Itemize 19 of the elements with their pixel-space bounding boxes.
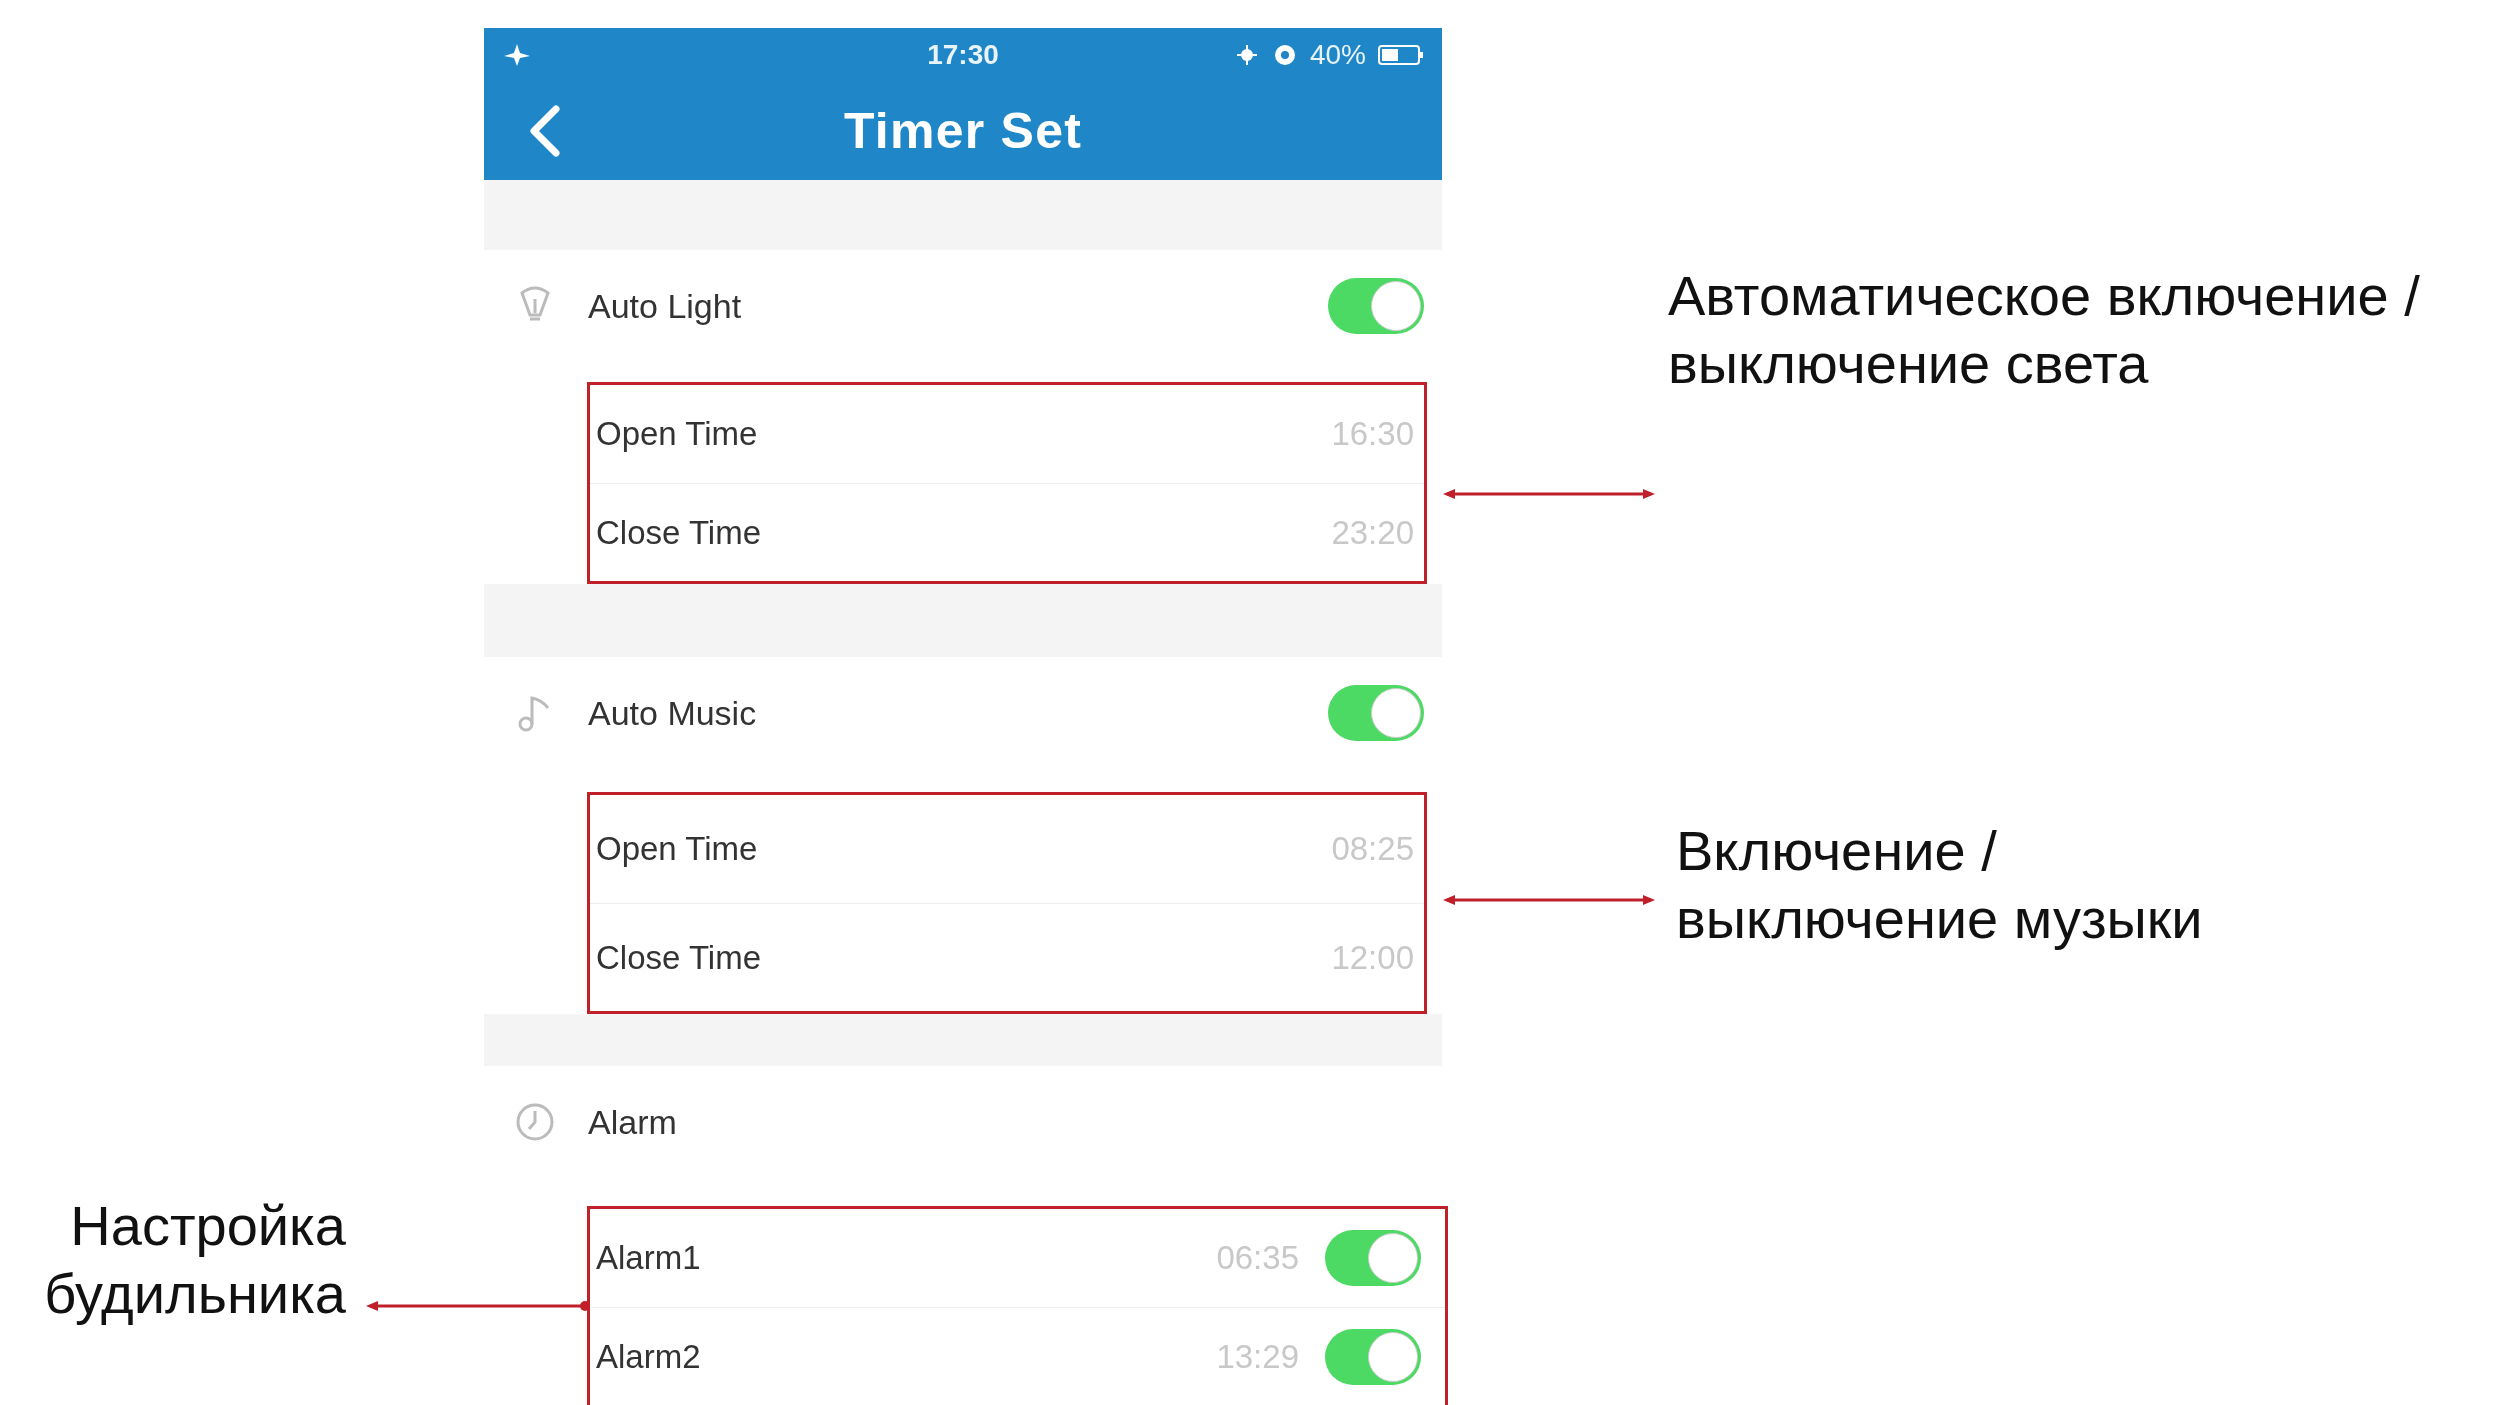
annotation-text: Включение / выключение музыки: [1676, 818, 2204, 953]
row-label: Open Time: [596, 829, 758, 870]
annotation-text: Автоматическое включение / выключение света: [1668, 263, 2421, 398]
battery-icon: [1378, 43, 1424, 67]
section-title: Auto Light: [588, 285, 742, 327]
row-label: Alarm2: [596, 1336, 701, 1377]
row-label: Open Time: [596, 414, 758, 455]
status-time: 17:30: [927, 38, 999, 72]
toggle-switch[interactable]: [1328, 278, 1424, 334]
section-title: Auto Music: [588, 692, 757, 734]
battery-percent: 40%: [1309, 38, 1366, 72]
screen-title: Timer Set: [843, 101, 1083, 161]
toggle-switch[interactable]: [1325, 1230, 1421, 1286]
section-title: Alarm: [588, 1101, 677, 1143]
row-label: Close Time: [596, 512, 762, 553]
annotation-text: Настройка будильника: [43, 1193, 346, 1328]
row-label: Alarm1: [596, 1238, 701, 1279]
row-label: Close Time: [596, 937, 762, 978]
toggle-switch[interactable]: [1328, 685, 1424, 741]
